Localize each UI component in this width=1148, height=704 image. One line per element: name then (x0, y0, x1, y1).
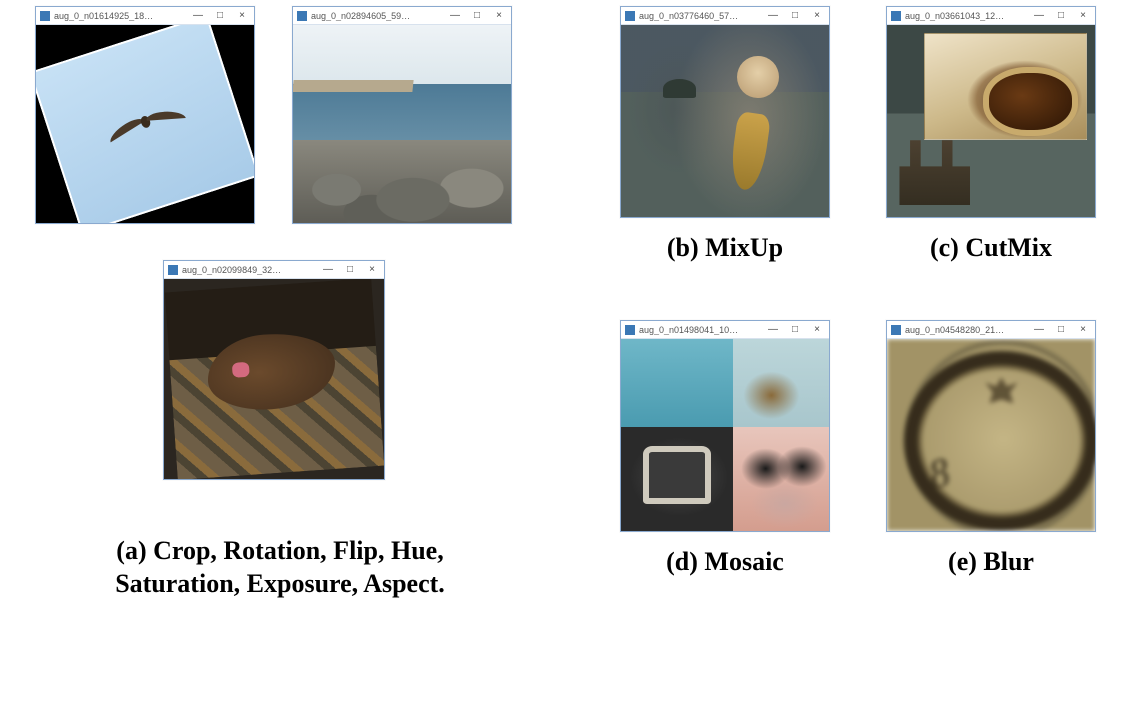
app-icon (891, 11, 901, 21)
minimize-button[interactable]: — (765, 11, 781, 21)
augmented-image (621, 25, 829, 217)
augmented-image (36, 25, 254, 223)
window-aug-a3: aug_0_n02099849_32… — □ × (163, 260, 385, 480)
window-controls: — □ × (1031, 325, 1091, 335)
window-title: aug_0_n03776460_57… (639, 11, 765, 21)
minimize-button[interactable]: — (765, 325, 781, 335)
titlebar: aug_0_n02894605_59… — □ × (293, 7, 511, 25)
minimize-button[interactable]: — (1031, 325, 1047, 335)
window-title: aug_0_n03661043_12… (905, 11, 1031, 21)
close-button[interactable]: × (809, 325, 825, 335)
window-controls: — □ × (320, 265, 380, 275)
close-button[interactable]: × (809, 11, 825, 21)
maximize-button[interactable]: □ (1053, 325, 1069, 335)
window-title: aug_0_n01498041_10… (639, 325, 765, 335)
maximize-button[interactable]: □ (342, 265, 358, 275)
app-icon (625, 325, 635, 335)
maximize-button[interactable]: □ (787, 325, 803, 335)
app-icon (168, 265, 178, 275)
minimize-button[interactable]: — (190, 11, 206, 21)
caption-a-line1: (a) Crop, Rotation, Flip, Hue, (60, 535, 500, 568)
augmented-image (887, 25, 1095, 217)
window-title: aug_0_n01614925_18… (54, 11, 190, 21)
close-button[interactable]: × (491, 11, 507, 21)
close-button[interactable]: × (1075, 325, 1091, 335)
titlebar: aug_0_n03776460_57… — □ × (621, 7, 829, 25)
titlebar: aug_0_n03661043_12… — □ × (887, 7, 1095, 25)
titlebar: aug_0_n04548280_21… — □ × (887, 321, 1095, 339)
window-title: aug_0_n02099849_32… (182, 265, 320, 275)
close-button[interactable]: × (234, 11, 250, 21)
maximize-button[interactable]: □ (469, 11, 485, 21)
caption-d: (d) Mosaic (620, 546, 830, 579)
minimize-button[interactable]: — (1031, 11, 1047, 21)
caption-a-line2: Saturation, Exposure, Aspect. (60, 568, 500, 601)
caption-a: (a) Crop, Rotation, Flip, Hue, Saturatio… (60, 535, 500, 600)
window-controls: — □ × (765, 325, 825, 335)
window-title: aug_0_n04548280_21… (905, 325, 1031, 335)
augmented-image (293, 25, 511, 223)
app-icon (625, 11, 635, 21)
window-aug-d: aug_0_n01498041_10… — □ × (620, 320, 830, 532)
minimize-button[interactable]: — (320, 265, 336, 275)
app-icon (40, 11, 50, 21)
maximize-button[interactable]: □ (212, 11, 228, 21)
titlebar: aug_0_n02099849_32… — □ × (164, 261, 384, 279)
window-aug-a1: aug_0_n01614925_18… — □ × (35, 6, 255, 224)
app-icon (297, 11, 307, 21)
app-icon (891, 325, 901, 335)
window-aug-a2: aug_0_n02894605_59… — □ × (292, 6, 512, 224)
window-title: aug_0_n02894605_59… (311, 11, 447, 21)
maximize-button[interactable]: □ (1053, 11, 1069, 21)
augmented-image (164, 279, 384, 479)
window-controls: — □ × (190, 11, 250, 21)
window-aug-c: aug_0_n03661043_12… — □ × (886, 6, 1096, 218)
augmented-image: 8 (887, 339, 1095, 531)
augmented-image (621, 339, 829, 531)
maximize-button[interactable]: □ (787, 11, 803, 21)
titlebar: aug_0_n01614925_18… — □ × (36, 7, 254, 25)
window-aug-b: aug_0_n03776460_57… — □ × (620, 6, 830, 218)
minimize-button[interactable]: — (447, 11, 463, 21)
titlebar: aug_0_n01498041_10… — □ × (621, 321, 829, 339)
window-controls: — □ × (447, 11, 507, 21)
close-button[interactable]: × (364, 265, 380, 275)
caption-e: (e) Blur (886, 546, 1096, 579)
caption-c: (c) CutMix (886, 232, 1096, 265)
window-controls: — □ × (765, 11, 825, 21)
caption-b: (b) MixUp (620, 232, 830, 265)
window-controls: — □ × (1031, 11, 1091, 21)
window-aug-e: aug_0_n04548280_21… — □ × 8 (886, 320, 1096, 532)
close-button[interactable]: × (1075, 11, 1091, 21)
